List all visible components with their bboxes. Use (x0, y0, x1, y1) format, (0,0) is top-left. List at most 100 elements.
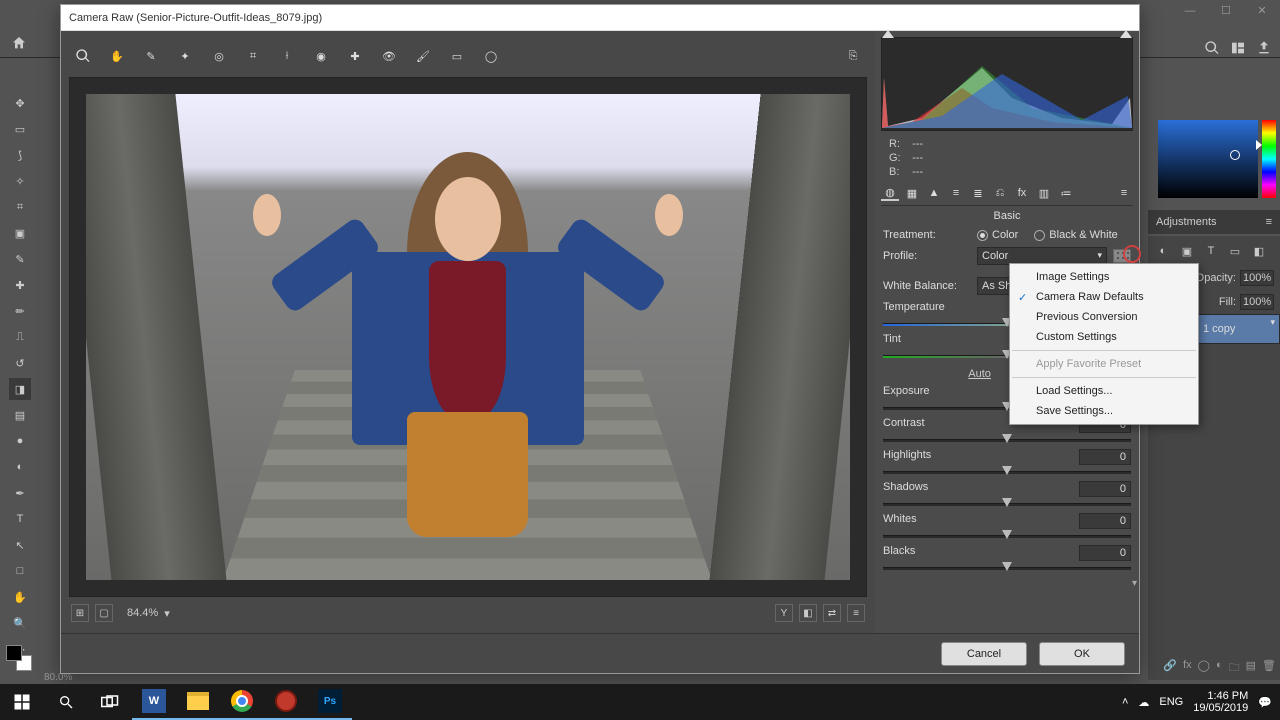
marquee-tool-icon[interactable]: ▭ (9, 118, 31, 140)
filmstrip-icon[interactable]: ⊞ (71, 604, 89, 622)
shadows-slider[interactable] (883, 498, 1131, 510)
single-view-icon[interactable]: ▢ (95, 604, 113, 622)
preview-toggle[interactable]: Y (775, 604, 793, 622)
treatment-bw-radio[interactable]: Black & White (1034, 229, 1117, 241)
close-button[interactable]: ✕ (1244, 1, 1280, 21)
tray-chevron-icon[interactable]: ˄ (1122, 696, 1128, 708)
shadow-clip-icon[interactable] (882, 30, 894, 38)
text-icon[interactable]: T (1202, 242, 1220, 260)
tab-lens-icon[interactable]: ⎌ (991, 185, 1009, 201)
blacks-slider[interactable] (883, 562, 1131, 574)
photoshop-taskbar-icon[interactable]: Ps (308, 684, 352, 720)
path-tool-icon[interactable]: ↖ (9, 534, 31, 556)
whites-value[interactable]: 0 (1079, 513, 1131, 529)
spot-removal-icon[interactable]: ✚ (345, 46, 365, 66)
panel-menu-icon[interactable]: ≡ (1266, 216, 1272, 228)
dodge-tool-icon[interactable]: ◐ (9, 456, 31, 478)
transform-icon[interactable]: ◉ (311, 46, 331, 66)
explorer-taskbar-icon[interactable] (176, 684, 220, 720)
pen-tool-icon[interactable]: ✒ (9, 482, 31, 504)
preferences-icon[interactable]: ⎘ (843, 46, 863, 66)
hue-slider[interactable] (1262, 120, 1276, 198)
ok-button[interactable]: OK (1039, 642, 1125, 666)
straighten-icon[interactable]: ⟊ (277, 46, 297, 66)
minimize-button[interactable]: — (1172, 1, 1208, 21)
task-view-icon[interactable] (88, 684, 132, 720)
target-adjust-icon[interactable]: ◎ (209, 46, 229, 66)
cancel-button[interactable]: Cancel (941, 642, 1027, 666)
zoom-tool-icon[interactable]: 🔍 (9, 612, 31, 634)
fullscreen-icon[interactable]: ≡ (847, 604, 865, 622)
eraser-tool-icon[interactable]: ◨ (9, 378, 31, 400)
share-icon[interactable] (1256, 40, 1272, 59)
new-layer-icon[interactable]: ▤ (1246, 659, 1256, 678)
history-brush-icon[interactable]: ↺ (9, 352, 31, 374)
radial-filter-icon[interactable]: ◯ (481, 46, 501, 66)
white-balance-icon[interactable]: ✎ (141, 46, 161, 66)
search-icon[interactable] (1204, 40, 1220, 59)
shadows-value[interactable]: 0 (1079, 481, 1131, 497)
highlights-slider[interactable] (883, 466, 1131, 478)
taskbar-clock[interactable]: 1:46 PM19/05/2019 (1193, 690, 1248, 714)
zoom-icon[interactable] (73, 46, 93, 66)
color-swatches[interactable] (6, 645, 32, 671)
smart-icon[interactable]: ◧ (1250, 242, 1268, 260)
crop-icon[interactable]: ⌗ (243, 46, 263, 66)
menu-save-settings[interactable]: Save Settings... (1010, 401, 1198, 421)
menu-previous-conversion[interactable]: Previous Conversion (1010, 307, 1198, 327)
highlight-clip-icon[interactable] (1120, 30, 1132, 38)
whites-slider[interactable] (883, 530, 1131, 542)
type-tool-icon[interactable]: T (9, 508, 31, 530)
record-taskbar-icon[interactable] (264, 684, 308, 720)
frame-tool-icon[interactable]: ▣ (9, 222, 31, 244)
brush-tool-icon[interactable]: ✏ (9, 300, 31, 322)
tab-calib-icon[interactable]: ▥ (1035, 185, 1053, 201)
healing-tool-icon[interactable]: ✚ (9, 274, 31, 296)
preview-area[interactable] (69, 77, 867, 597)
lasso-tool-icon[interactable]: ⟆ (9, 144, 31, 166)
menu-custom-settings[interactable]: Custom Settings (1010, 327, 1198, 347)
wand-tool-icon[interactable]: ✧ (9, 170, 31, 192)
maximize-button[interactable]: ☐ (1208, 1, 1244, 21)
color-sampler-icon[interactable]: ✦ (175, 46, 195, 66)
link-icon[interactable]: 🔗 (1163, 659, 1177, 678)
fx-icon[interactable]: fx (1183, 659, 1192, 678)
menu-image-settings[interactable]: Image Settings (1010, 267, 1198, 287)
shape-tool-icon[interactable]: □ (9, 560, 31, 582)
lang-indicator[interactable]: ENG (1159, 696, 1183, 708)
redeye-icon[interactable]: 👁 (379, 46, 399, 66)
highlights-value[interactable]: 0 (1079, 449, 1131, 465)
tab-hsl-icon[interactable]: ≡ (947, 185, 965, 201)
delete-icon[interactable]: 🗑 (1262, 659, 1276, 678)
blur-tool-icon[interactable]: ● (9, 430, 31, 452)
hand-tool-icon[interactable]: ✋ (9, 586, 31, 608)
adjustment-brush-icon[interactable]: 🖌 (413, 46, 433, 66)
color-field[interactable] (1158, 120, 1258, 198)
tab-detail-icon[interactable]: ▲ (925, 185, 943, 201)
fill-input[interactable] (1240, 294, 1274, 310)
tab-curve-icon[interactable]: ▦ (903, 185, 921, 201)
before-after-icon[interactable]: ◧ (799, 604, 817, 622)
swap-icon[interactable]: ⇄ (823, 604, 841, 622)
gradient-tool-icon[interactable]: ▤ (9, 404, 31, 426)
notifications-icon[interactable]: 💬 (1258, 696, 1272, 709)
menu-camera-raw-defaults[interactable]: Camera Raw Defaults (1010, 287, 1198, 307)
tab-fx-icon[interactable]: fx (1013, 185, 1031, 201)
onedrive-icon[interactable]: ☁ (1138, 696, 1149, 709)
graduated-filter-icon[interactable]: ▭ (447, 46, 467, 66)
shape-icon[interactable]: ▭ (1226, 242, 1244, 260)
home-icon[interactable] (0, 28, 38, 58)
tab-basic-icon[interactable]: ◍ (881, 185, 899, 201)
new-fill-icon[interactable]: ◐ (1216, 659, 1223, 678)
zoom-dropdown-icon[interactable]: ▾ (164, 607, 170, 620)
tab-split-icon[interactable]: ≣ (969, 185, 987, 201)
tab-presets-icon[interactable]: ≔ (1057, 185, 1075, 201)
mask-add-icon[interactable]: ◯ (1198, 659, 1210, 678)
workspace-icon[interactable] (1230, 40, 1246, 59)
search-taskbar-icon[interactable] (44, 684, 88, 720)
treatment-color-radio[interactable]: Color (977, 229, 1018, 241)
foreground-color[interactable] (6, 645, 22, 661)
start-button[interactable] (0, 684, 44, 720)
profile-browser-icon[interactable] (1113, 249, 1131, 263)
auto-link[interactable]: Auto (968, 368, 991, 380)
